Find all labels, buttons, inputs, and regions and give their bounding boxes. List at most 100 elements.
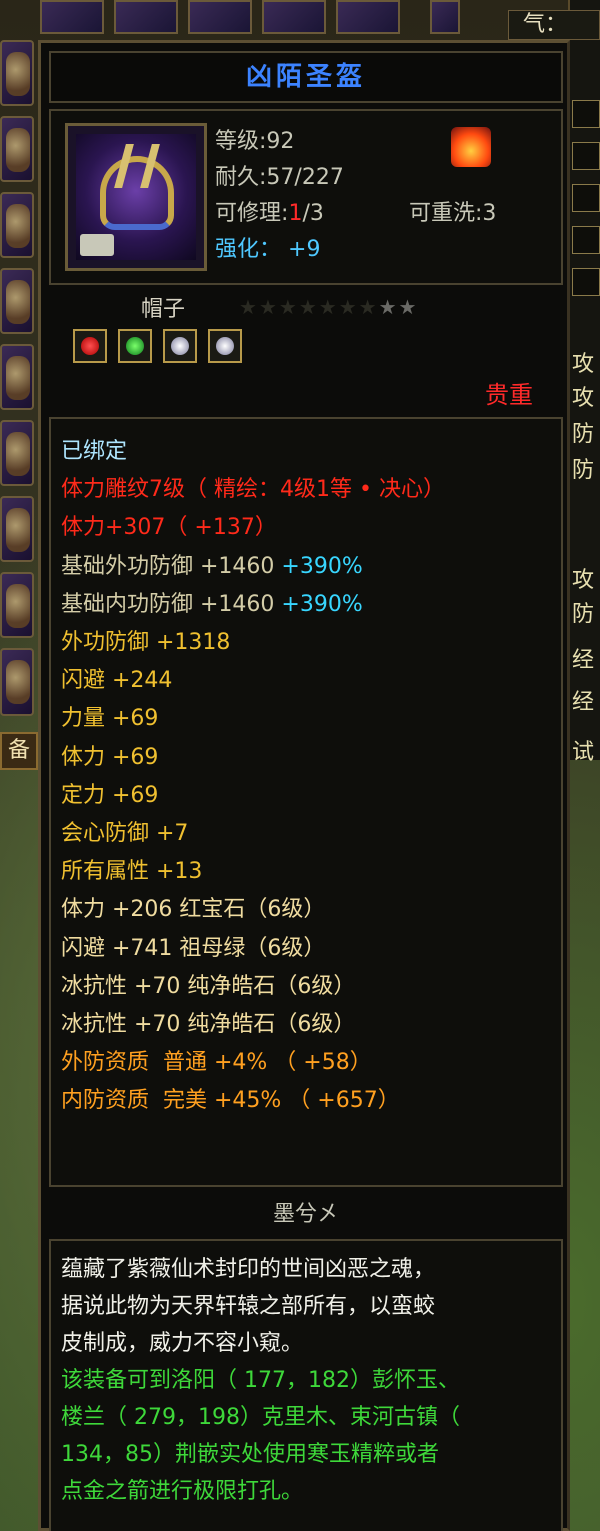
attribute-line: 闪避 +741 祖母绿（6级） — [61, 930, 561, 968]
diamond-gem-icon — [208, 329, 243, 363]
attribute-line: 基础外功防御 +1460 +390% — [61, 548, 561, 586]
attribute-text: 外防资质 普通 +4% （ +58） — [61, 1050, 372, 1076]
stat-label: 经 — [572, 690, 595, 715]
repair-current: 1 — [288, 201, 303, 226]
attribute-text: 定力 +69 — [61, 782, 159, 808]
rewash-value: :3 — [475, 201, 497, 226]
attribute-line: 内防资质 完美 +45% （ +657） — [61, 1082, 561, 1120]
stat-value-box — [572, 226, 600, 254]
durability-value: :57/227 — [259, 165, 344, 190]
star-icon: ★ — [278, 295, 299, 319]
item-tooltip: 凶陌圣盔 等级:92 耐久:57/227 可修理:1/3 可重洗:3 强化： +… — [38, 40, 570, 1531]
durability-label: 耐久 — [215, 165, 260, 190]
equip-slot[interactable] — [0, 572, 34, 638]
gem-sockets — [73, 329, 248, 367]
attribute-line: 冰抗性 +70 纯净皓石（6级） — [61, 968, 561, 1006]
stat-value-box — [572, 268, 600, 296]
level-value: :92 — [259, 129, 295, 154]
attribute-text: 冰抗性 +70 纯净皓石（6级） — [61, 1012, 356, 1038]
item-icon-frame — [65, 123, 207, 271]
star-icon: ★ — [318, 295, 339, 319]
stat-value-box — [572, 184, 600, 212]
top-equipment-icons — [40, 0, 460, 36]
stat-label: 试 — [572, 740, 595, 765]
equip-slot-icon[interactable] — [336, 0, 400, 34]
attribute-line: 体力 +69 — [61, 739, 561, 777]
equip-slot[interactable] — [0, 344, 34, 410]
star-icon: ★ — [358, 295, 379, 319]
hint-line: 该装备可到洛阳（ 177，182）彭怀玉、 — [61, 1368, 460, 1393]
equip-slot-icon[interactable] — [40, 0, 104, 34]
equip-slot-icon[interactable] — [114, 0, 178, 34]
bound-lock-icon — [80, 234, 114, 256]
equip-slot-icon[interactable] — [430, 0, 460, 34]
lore-line: 皮制成，威力不容小窥。 — [61, 1331, 304, 1356]
attribute-text: 基础内功防御 +1460 — [61, 591, 275, 617]
equip-slot[interactable] — [0, 40, 34, 106]
stat-label: 攻 — [572, 568, 595, 593]
stat-value-box — [572, 142, 600, 170]
author-signature: 墨兮㐅 — [272, 1202, 339, 1227]
stat-label: 防 — [572, 458, 595, 483]
attribute-text: 体力+307（ +137） — [61, 515, 277, 541]
stat-label: 经 — [572, 648, 595, 673]
attribute-line: 定力 +69 — [61, 777, 561, 815]
equip-slot[interactable] — [0, 420, 34, 486]
ruby-gem-icon — [73, 329, 107, 363]
star-rating: ★★★★★★★★★ — [239, 295, 418, 319]
rewash-label: 可重洗 — [409, 201, 476, 226]
attribute-line: 会心防御 +7 — [61, 815, 561, 853]
item-type-section: 帽子 ★★★★★★★★★ 贵重 — [49, 291, 563, 409]
attribute-line: 体力 +206 红宝石（6级） — [61, 891, 561, 929]
attribute-text: 会心防御 +7 — [61, 821, 189, 847]
attribute-line: 所有属性 +13 — [61, 853, 561, 891]
equipment-tab[interactable]: 备 — [0, 732, 38, 770]
stat-label: 攻 — [572, 386, 595, 411]
attribute-text: 力量 +69 — [61, 706, 159, 732]
attribute-text: 所有属性 +13 — [61, 859, 203, 885]
hint-line: 134，85）荆嵌实处使用寒玉精粹或者 — [61, 1442, 439, 1467]
star-icon: ★ — [239, 295, 259, 319]
enhance-value: +9 — [288, 237, 321, 262]
lore-line: 蕴藏了紫薇仙术封印的世间凶恶之魂， — [61, 1257, 436, 1282]
attribute-line: 闪避 +244 — [61, 662, 561, 700]
attribute-line: 体力+307（ +137） — [61, 509, 561, 547]
hint-line: 点金之箭进行极限打孔。 — [61, 1479, 304, 1504]
equip-slot[interactable] — [0, 268, 34, 334]
lore-line: 据说此物为天界轩辕之部所有，以蛮蛟 — [61, 1294, 436, 1319]
equip-slot-icon[interactable] — [188, 0, 252, 34]
equip-slot[interactable] — [0, 192, 34, 258]
attribute-text: 体力 +206 红宝石（6级） — [61, 897, 326, 923]
attribute-text: 体力 +69 — [61, 744, 159, 770]
qi-label: 气： — [508, 10, 600, 40]
item-name: 凶陌圣盔 — [49, 51, 563, 103]
equip-slot[interactable] — [0, 496, 34, 562]
left-equipment-strip — [0, 0, 38, 730]
level-line: 等级:92 — [215, 123, 294, 155]
star-icon: ★ — [258, 295, 279, 319]
attribute-line: 外防资质 普通 +4% （ +58） — [61, 1044, 561, 1082]
repair-label: 可修理 — [215, 201, 282, 226]
attribute-line: 力量 +69 — [61, 700, 561, 738]
attribute-line: 已绑定 — [61, 433, 561, 471]
fire-attribute-icon — [451, 127, 491, 167]
star-icon: ★ — [338, 295, 359, 319]
equip-slot[interactable] — [0, 648, 34, 716]
helmet-icon — [76, 134, 196, 260]
equip-slot-icon[interactable] — [262, 0, 326, 34]
hint-line: 楼兰（ 279，198）克里木、束河古镇（ — [61, 1405, 460, 1430]
attribute-text: 闪避 +244 — [61, 668, 173, 694]
attribute-bonus: +390% — [274, 591, 363, 617]
item-description: 蕴藏了紫薇仙术封印的世间凶恶之魂， 据说此物为天界轩辕之部所有，以蛮蛟 皮制成，威力… — [49, 1239, 563, 1531]
attribute-line: 冰抗性 +70 纯净皓石（6级） — [61, 1006, 561, 1044]
attribute-text: 体力雕纹7级（ 精绘：4级1等 • 决心） — [61, 477, 445, 503]
attribute-text: 基础外功防御 +1460 — [61, 553, 275, 579]
item-summary: 等级:92 耐久:57/227 可修理:1/3 可重洗:3 强化： +9 — [49, 109, 563, 285]
item-type: 帽子 — [141, 297, 186, 322]
rewash-line: 可重洗:3 — [409, 195, 496, 227]
attribute-text: 已绑定 — [61, 439, 128, 464]
attribute-text: 冰抗性 +70 纯净皓石（6级） — [61, 973, 356, 999]
rarity-label: 贵重 — [485, 381, 533, 409]
level-label: 等级 — [215, 129, 260, 154]
equip-slot[interactable] — [0, 116, 34, 182]
